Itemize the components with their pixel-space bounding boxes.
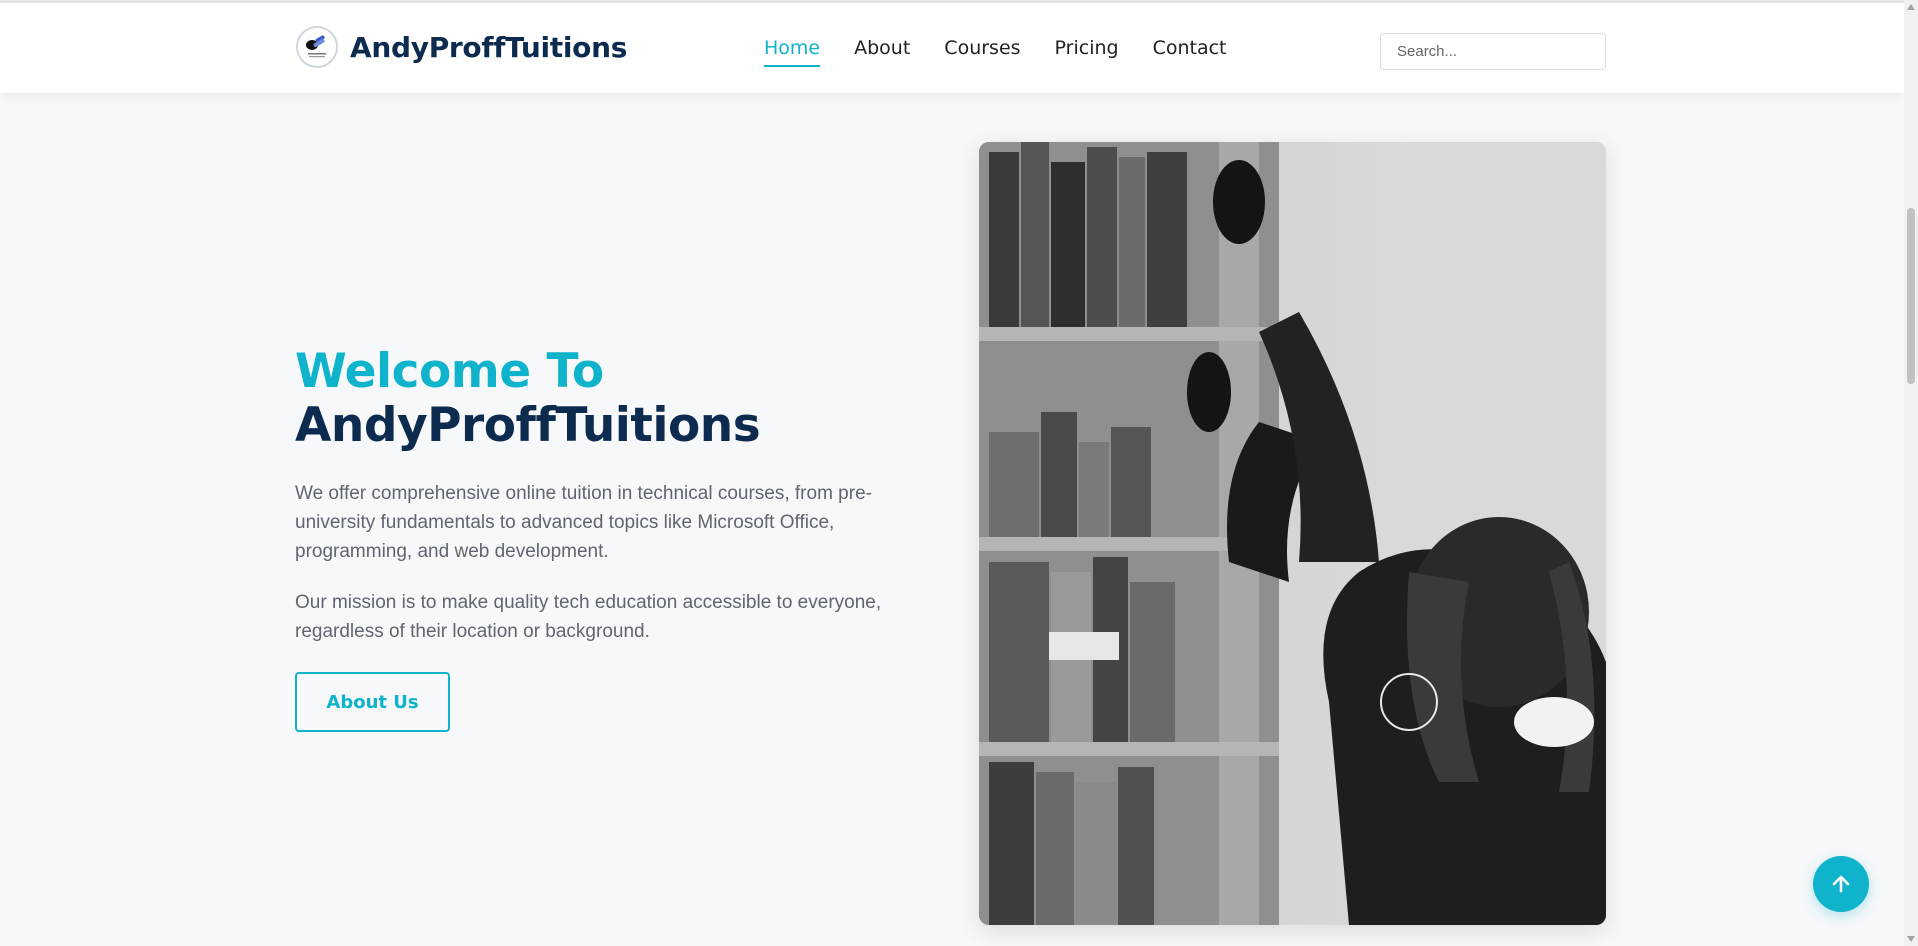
page-scrollbar[interactable]: [1904, 0, 1918, 946]
scroll-up-icon[interactable]: [1907, 4, 1915, 10]
hero-image: [979, 142, 1606, 925]
arrow-up-icon: [1832, 875, 1850, 893]
scroll-thumb[interactable]: [1907, 208, 1915, 384]
hero-paragraph-1: We offer comprehensive online tuition in…: [295, 483, 872, 562]
hero-section: Welcome To AndyProffTuitions We offer co…: [295, 345, 935, 732]
site-header: AndyProffTuitions Home About Courses Pri…: [0, 3, 1904, 93]
brand[interactable]: AndyProffTuitions: [296, 26, 627, 68]
hero-title-line1: Welcome To: [295, 344, 604, 399]
nav-contact[interactable]: Contact: [1153, 37, 1227, 59]
photo-student-library-icon: [979, 142, 1606, 925]
back-to-top-button[interactable]: [1813, 856, 1869, 912]
hero-title-line2: AndyProffTuitions: [295, 398, 761, 453]
about-us-button[interactable]: About Us: [295, 672, 450, 732]
scroll-down-icon[interactable]: [1907, 936, 1915, 942]
nav-pricing[interactable]: Pricing: [1055, 37, 1119, 59]
hero-paragraph-2: Our mission is to make quality tech educ…: [295, 592, 882, 642]
brand-name[interactable]: AndyProffTuitions: [350, 31, 627, 64]
search-input[interactable]: [1380, 33, 1606, 70]
main-nav: Home About Courses Pricing Contact: [764, 37, 1261, 67]
nav-home[interactable]: Home: [764, 37, 821, 67]
hero-title: Welcome To AndyProffTuitions: [295, 345, 935, 453]
brand-logo-icon[interactable]: [296, 26, 338, 68]
nav-courses[interactable]: Courses: [944, 37, 1020, 59]
nav-about[interactable]: About: [854, 37, 910, 59]
